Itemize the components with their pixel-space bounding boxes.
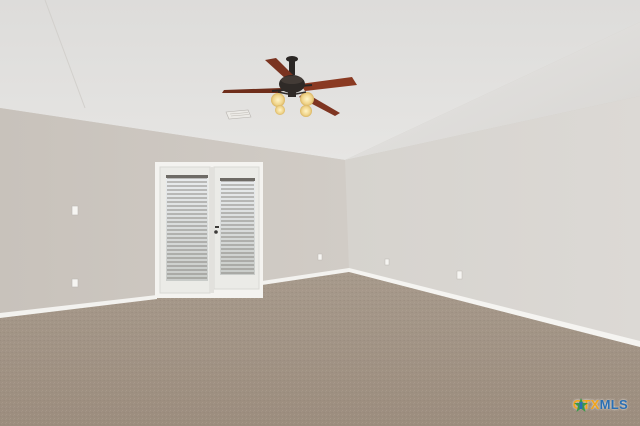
outlet-right-2 [456, 270, 463, 280]
outlet-right-1 [384, 258, 390, 266]
fan-light-2 [300, 92, 314, 106]
fan-light-1 [271, 93, 285, 107]
door-glass-left [166, 175, 208, 281]
watermark-mls: MLS [599, 397, 628, 412]
outlet-left [71, 278, 79, 288]
french-doors[interactable] [155, 162, 263, 298]
door-handle[interactable] [215, 226, 219, 228]
fan-light-3 [300, 105, 312, 117]
ctxmls-logo-icon [573, 398, 588, 412]
room-scene [0, 0, 640, 426]
light-switch[interactable] [71, 205, 79, 216]
fan-light-4 [275, 105, 285, 115]
ctxmls-watermark: CTXMLS [573, 397, 628, 413]
outlet-mid [317, 253, 323, 261]
room-photo: CTXMLS [0, 0, 640, 426]
